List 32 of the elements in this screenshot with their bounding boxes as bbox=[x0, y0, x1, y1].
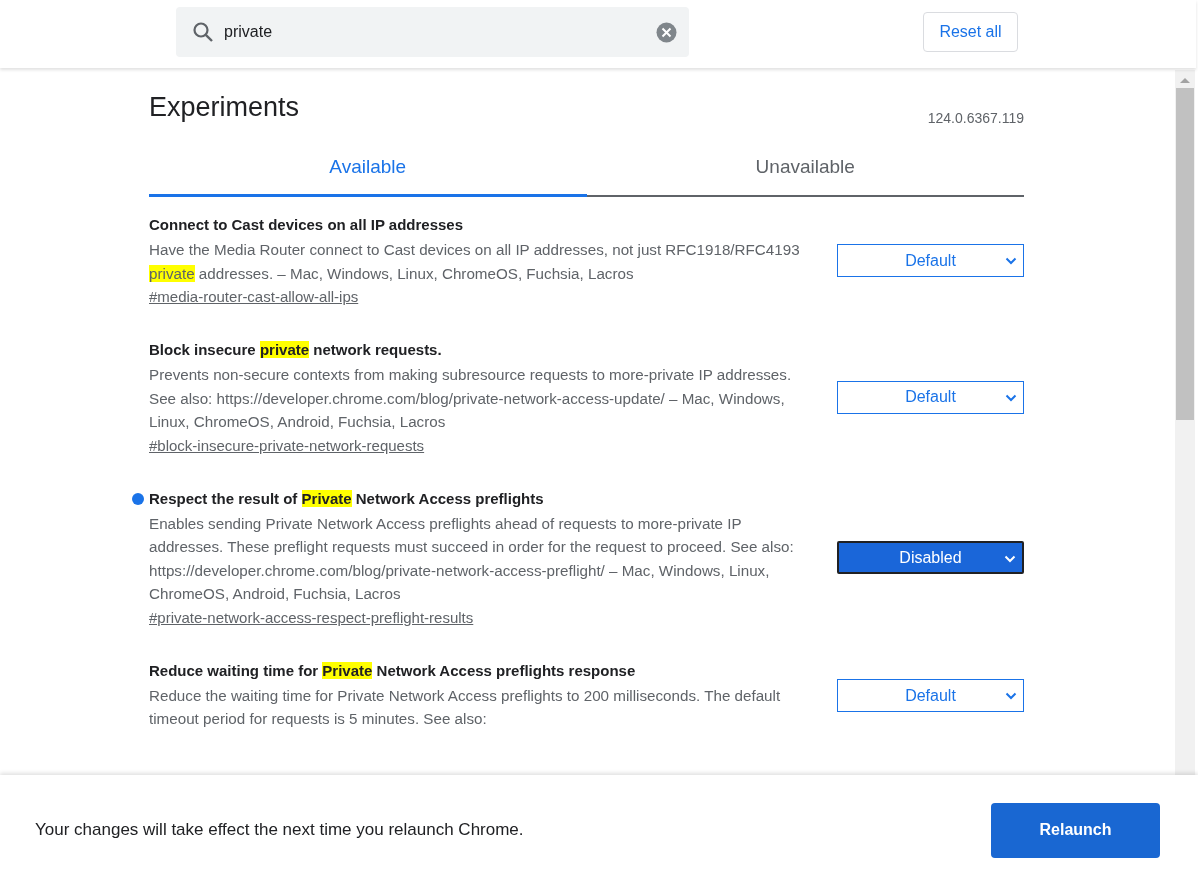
experiment-link[interactable]: #media-router-cast-allow-all-ips bbox=[149, 288, 359, 305]
page-title: Experiments bbox=[149, 92, 300, 123]
chevron-down-icon bbox=[1005, 692, 1017, 700]
chevron-down-icon bbox=[1005, 393, 1017, 402]
relaunch-message: Your changes will take effect the next time you relaunch Chrome. bbox=[35, 820, 524, 840]
experiment-link[interactable]: #private-network-access-respect-preflight-results bbox=[149, 608, 474, 626]
experiment-description: Enables sending Private Network Access preflights ahead of requests to more-private IP addresses. These preflight requests must succeed in order for the request to proceed. See also: https://developer.chrome.com/blog/private-network-access-preflight/ – Mac, Windows, Linux, ChromeOS, Android, Fuchsia, Lacros bbox=[149, 513, 795, 604]
option-dropdown[interactable]: Default bbox=[837, 244, 1024, 277]
experiment-link[interactable]: #block-insecure-private-network-requests bbox=[149, 436, 425, 454]
scrollbar[interactable] bbox=[1175, 70, 1195, 775]
reset-all-button[interactable]: Reset all bbox=[923, 12, 1018, 52]
chevron-down-icon bbox=[1004, 555, 1016, 563]
search-icon bbox=[192, 21, 214, 43]
scroll-up-icon[interactable] bbox=[1179, 76, 1191, 84]
chevron-down-icon bbox=[1005, 257, 1017, 265]
experiment-description: Have the Media Router connect to Cast devices on all IP addresses, not just RFC1918/RFC4193 private addresses. – Mac, Windows, Linux, ChromeOS, Fuchsia, Lacros bbox=[149, 240, 801, 284]
scrollbar-thumb[interactable] bbox=[1176, 88, 1194, 420]
option-dropdown[interactable]: Default bbox=[837, 380, 1024, 414]
clear-icon[interactable] bbox=[656, 21, 677, 43]
experiment-description: Reduce the waiting time for Private Network Access preflights to 200 milliseconds. The default timeout period for requests is 5 minutes. See also: bbox=[149, 685, 782, 729]
experiment-title: Block insecure private network requests. bbox=[149, 340, 443, 360]
experiment-title: Reduce waiting time for Private Network Access preflights response bbox=[149, 660, 637, 681]
experiment-description: Prevents non-secure contexts from making subresource requests to more-private IP addresses. See also: https://developer.chrome.com/blog/private-network-access-update/ – Mac, Windows, Linux, ChromeOS, Android, Fuchsia, Lacros bbox=[149, 365, 793, 432]
tab[interactable]: Available bbox=[149, 156, 587, 197]
option-dropdown[interactable]: Disabled bbox=[837, 541, 1024, 574]
option-dropdown[interactable]: Default bbox=[837, 679, 1024, 712]
tab[interactable]: Unavailable bbox=[586, 156, 1024, 197]
version-number: 124.0.6367.119 bbox=[927, 110, 1024, 126]
search-field[interactable]: private bbox=[176, 7, 689, 57]
experiment-title: Respect the result of Private Network Access preflights bbox=[149, 488, 545, 509]
relaunch-button[interactable]: Relaunch bbox=[991, 802, 1160, 858]
experiment-title: Connect to Cast devices on all IP addresses bbox=[149, 215, 464, 235]
